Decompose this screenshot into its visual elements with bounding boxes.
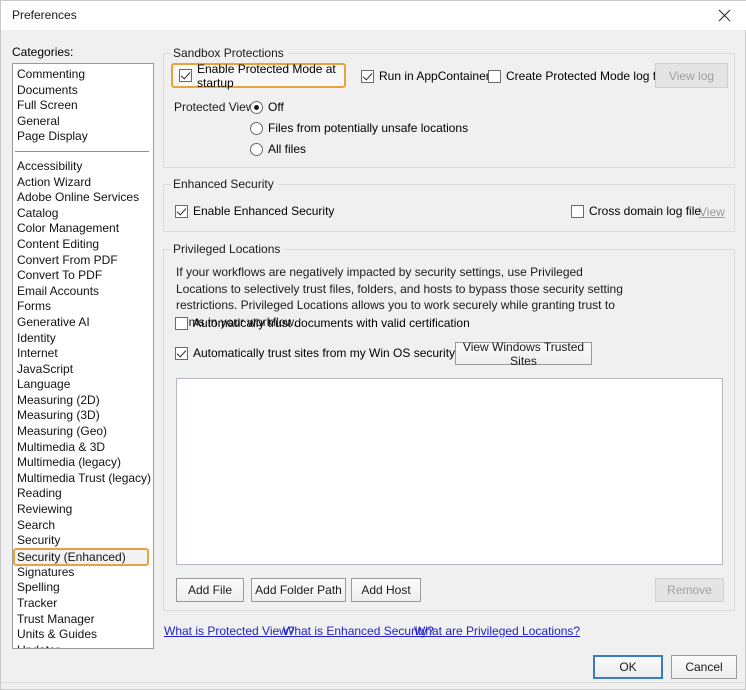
protected-view-option-all-files[interactable]: All files bbox=[250, 142, 306, 156]
list-separator bbox=[15, 151, 149, 152]
cancel-button[interactable]: Cancel bbox=[671, 655, 737, 679]
list-item[interactable]: Commenting bbox=[13, 67, 153, 83]
sidebar-item-security-enhanced[interactable]: Security (Enhanced) bbox=[13, 548, 149, 566]
list-item[interactable]: Spelling bbox=[13, 580, 153, 596]
auto-trust-sites-label: Automatically trust sites from my Win OS… bbox=[193, 346, 490, 360]
list-item[interactable]: Units & Guides bbox=[13, 627, 153, 643]
link-what-is-enhanced-security[interactable]: What is Enhanced Security? bbox=[283, 624, 434, 638]
window-title: Preferences bbox=[12, 8, 77, 22]
list-item[interactable]: Forms bbox=[13, 299, 153, 315]
remove-button[interactable]: Remove bbox=[655, 578, 724, 602]
list-item[interactable]: JavaScript bbox=[13, 362, 153, 378]
link-what-is-protected-view[interactable]: What is Protected View? bbox=[164, 624, 295, 638]
protected-view-label: Protected View bbox=[174, 100, 255, 114]
checkbox-icon bbox=[179, 69, 192, 82]
categories-group-secondary: Accessibility Action Wizard Adobe Online… bbox=[13, 159, 153, 649]
protected-view-option-label: All files bbox=[268, 142, 306, 156]
radio-icon bbox=[250, 143, 263, 156]
add-host-button[interactable]: Add Host bbox=[351, 578, 421, 602]
list-item[interactable]: Internet bbox=[13, 346, 153, 362]
auto-trust-documents-label: Automatically trust documents with valid… bbox=[193, 316, 470, 330]
checkbox-icon bbox=[175, 317, 188, 330]
auto-trust-documents-checkbox[interactable]: Automatically trust documents with valid… bbox=[175, 316, 470, 330]
view-log-button[interactable]: View log bbox=[655, 63, 728, 88]
radio-icon bbox=[250, 122, 263, 135]
list-item[interactable]: Action Wizard bbox=[13, 175, 153, 191]
protected-view-option-unsafe-locations[interactable]: Files from potentially unsafe locations bbox=[250, 121, 468, 135]
list-item[interactable]: Signatures bbox=[13, 565, 153, 581]
list-item[interactable]: Search bbox=[13, 518, 153, 534]
cross-domain-log-checkbox[interactable]: Cross domain log file bbox=[571, 204, 701, 218]
auto-trust-sites-checkbox[interactable]: Automatically trust sites from my Win OS… bbox=[175, 346, 490, 360]
list-item[interactable]: Accessibility bbox=[13, 159, 153, 175]
ok-button[interactable]: OK bbox=[593, 655, 663, 679]
list-item[interactable]: Identity bbox=[13, 331, 153, 347]
link-what-are-privileged-locations[interactable]: What are Privileged Locations? bbox=[414, 624, 580, 638]
categories-group-primary: Commenting Documents Full Screen General… bbox=[13, 67, 153, 145]
list-item[interactable]: Language bbox=[13, 377, 153, 393]
list-item[interactable]: Tracker bbox=[13, 596, 153, 612]
enable-protected-mode-label: Enable Protected Mode at startup bbox=[197, 62, 344, 90]
list-item[interactable]: Measuring (3D) bbox=[13, 408, 153, 424]
sandbox-protections-title: Sandbox Protections bbox=[171, 46, 288, 60]
list-item[interactable]: Updater bbox=[13, 643, 153, 649]
list-item[interactable]: Catalog bbox=[13, 206, 153, 222]
run-in-appcontainer-checkbox[interactable]: Run in AppContainer bbox=[361, 69, 490, 83]
categories-label: Categories: bbox=[12, 45, 73, 59]
cross-domain-log-label: Cross domain log file bbox=[589, 204, 701, 218]
add-file-button[interactable]: Add File bbox=[176, 578, 244, 602]
enable-enhanced-security-checkbox[interactable]: Enable Enhanced Security bbox=[175, 204, 334, 218]
list-item[interactable]: Trust Manager bbox=[13, 612, 153, 628]
preferences-dialog: Preferences Categories: Commenting Docum… bbox=[0, 0, 746, 690]
create-protected-mode-log-checkbox[interactable]: Create Protected Mode log file bbox=[488, 69, 668, 83]
list-item[interactable]: Multimedia & 3D bbox=[13, 440, 153, 456]
protected-view-option-off[interactable]: Off bbox=[250, 100, 284, 114]
footer-separator bbox=[1, 682, 746, 683]
enhanced-security-title: Enhanced Security bbox=[171, 177, 278, 191]
categories-listbox[interactable]: Commenting Documents Full Screen General… bbox=[12, 63, 154, 649]
list-item[interactable]: Convert From PDF bbox=[13, 253, 153, 269]
checkbox-icon bbox=[361, 70, 374, 83]
privileged-locations-title: Privileged Locations bbox=[171, 242, 284, 256]
list-item[interactable]: Documents bbox=[13, 83, 153, 99]
list-item[interactable]: Reading bbox=[13, 486, 153, 502]
list-item[interactable]: Color Management bbox=[13, 221, 153, 237]
checkbox-icon bbox=[488, 70, 501, 83]
list-item[interactable]: Reviewing bbox=[13, 502, 153, 518]
list-item[interactable]: Adobe Online Services bbox=[13, 190, 153, 206]
checkbox-icon bbox=[175, 347, 188, 360]
protected-view-option-label: Files from potentially unsafe locations bbox=[268, 121, 468, 135]
enable-enhanced-security-label: Enable Enhanced Security bbox=[193, 204, 334, 218]
list-item[interactable]: Measuring (2D) bbox=[13, 393, 153, 409]
radio-icon bbox=[250, 101, 263, 114]
list-item[interactable]: Generative AI bbox=[13, 315, 153, 331]
list-item[interactable]: Measuring (Geo) bbox=[13, 424, 153, 440]
list-item[interactable]: Full Screen bbox=[13, 98, 153, 114]
create-protected-mode-log-label: Create Protected Mode log file bbox=[506, 69, 668, 83]
list-item[interactable]: Multimedia Trust (legacy) bbox=[13, 471, 153, 487]
title-bar: Preferences bbox=[1, 1, 746, 30]
cross-domain-view-link[interactable]: View bbox=[699, 205, 725, 219]
add-folder-path-button[interactable]: Add Folder Path bbox=[251, 578, 346, 602]
checkbox-icon bbox=[175, 205, 188, 218]
list-item[interactable]: General bbox=[13, 114, 153, 130]
list-item[interactable]: Convert To PDF bbox=[13, 268, 153, 284]
protected-view-option-label: Off bbox=[268, 100, 284, 114]
list-item[interactable]: Page Display bbox=[13, 129, 153, 145]
view-windows-trusted-sites-button[interactable]: View Windows Trusted Sites bbox=[455, 342, 592, 365]
list-item[interactable]: Security bbox=[13, 533, 153, 549]
privileged-locations-list[interactable] bbox=[176, 378, 723, 565]
checkbox-icon bbox=[571, 205, 584, 218]
run-in-appcontainer-label: Run in AppContainer bbox=[379, 69, 490, 83]
list-item[interactable]: Content Editing bbox=[13, 237, 153, 253]
enable-protected-mode-checkbox[interactable]: Enable Protected Mode at startup bbox=[171, 63, 346, 88]
list-item[interactable]: Multimedia (legacy) bbox=[13, 455, 153, 471]
close-icon[interactable] bbox=[702, 1, 746, 30]
list-item[interactable]: Email Accounts bbox=[13, 284, 153, 300]
